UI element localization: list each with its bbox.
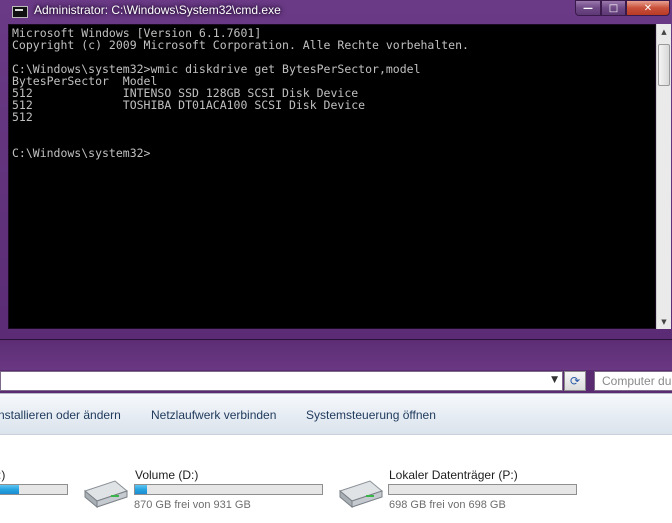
- console-text: Microsoft Windows [Version 6.1.7601] Cop…: [12, 26, 469, 160]
- explorer-command-bar: nstallieren oder ändern Netzlaufwerk ver…: [0, 393, 672, 435]
- console-output[interactable]: Microsoft Windows [Version 6.1.7601] Cop…: [8, 24, 656, 329]
- drive-usage-fill: [135, 485, 148, 494]
- scroll-up-icon[interactable]: ▲: [657, 24, 671, 39]
- scroll-thumb[interactable]: [658, 44, 670, 86]
- hard-drive-icon: [338, 480, 384, 509]
- maximize-button[interactable]: □: [601, 0, 626, 16]
- search-input[interactable]: Computer durchsuchen: [594, 371, 672, 391]
- refresh-icon[interactable]: ⟳: [564, 371, 586, 391]
- window-title: Administrator: C:\Windows\System32\cmd.e…: [34, 3, 281, 17]
- close-button[interactable]: ✕: [626, 0, 670, 16]
- minimize-button[interactable]: —: [575, 0, 601, 16]
- drive-usage-fill: [0, 485, 20, 494]
- open-control-panel-button[interactable]: Systemsteuerung öffnen: [306, 408, 436, 422]
- scroll-down-icon[interactable]: ▼: [657, 314, 671, 329]
- drive-free-space: 870 GB frei von 931 GB: [134, 499, 251, 511]
- drives-panel: :) Volume (D:) 870 GB frei von 931 GB Lo…: [0, 435, 672, 523]
- uninstall-program-button[interactable]: nstallieren oder ändern: [0, 408, 121, 422]
- drive-usage-bar: [134, 484, 323, 495]
- address-bar[interactable]: ▼: [0, 371, 563, 391]
- cmd-icon[interactable]: [12, 6, 28, 18]
- explorer-frame: [0, 340, 672, 370]
- cmd-window[interactable]: Administrator: C:\Windows\System32\cmd.e…: [0, 0, 672, 340]
- window-controls: — □ ✕: [575, 0, 670, 16]
- drive-usage-bar: [0, 484, 68, 495]
- drive-label: :): [0, 468, 6, 482]
- chevron-down-icon[interactable]: ▼: [551, 375, 558, 385]
- drive-usage-bar: [388, 484, 577, 495]
- drive-free-space: 698 GB frei von 698 GB: [389, 499, 506, 511]
- drive-label: Volume (D:): [135, 468, 199, 482]
- drive-label: Lokaler Datenträger (P:): [389, 468, 518, 482]
- console-scrollbar[interactable]: ▲ ▼: [656, 24, 671, 329]
- cmd-titlebar[interactable]: Administrator: C:\Windows\System32\cmd.e…: [0, 0, 672, 24]
- hard-drive-icon: [83, 480, 129, 509]
- map-network-drive-button[interactable]: Netzlaufwerk verbinden: [151, 408, 276, 422]
